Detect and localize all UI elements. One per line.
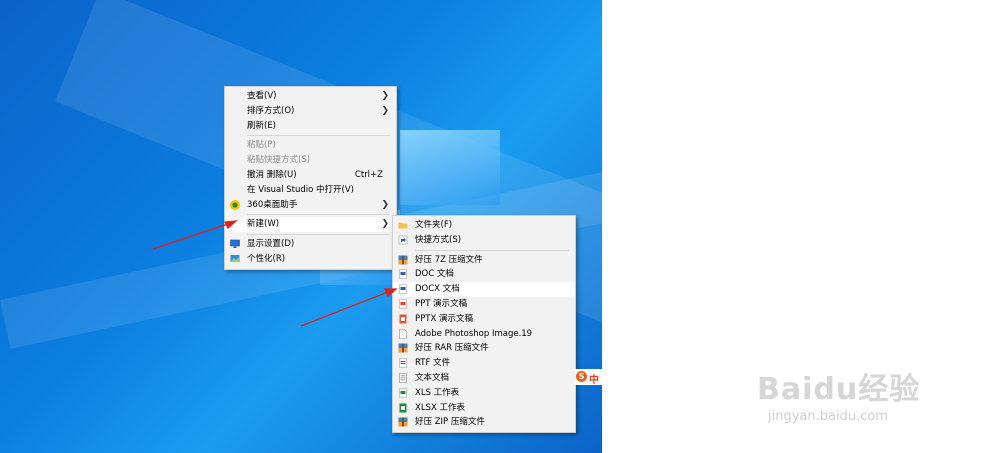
ppt-icon (398, 299, 408, 309)
menu-item-paste[interactable]: 粘贴(P) (225, 138, 396, 153)
submenu-item-ppt[interactable]: PPT 演示文稿 (393, 297, 575, 312)
personalize-icon (230, 254, 240, 264)
submenu-item-xlsx[interactable]: XLSX 工作表 (393, 401, 575, 416)
360-icon (230, 199, 240, 210)
windows-logo-pane (400, 130, 500, 205)
baidu-jingyan-watermark: Baidu经验 (757, 372, 921, 407)
menu-item-label: 在 Visual Studio 中打开(V) (247, 184, 355, 195)
menu-item-refresh[interactable]: 刷新(E) (225, 119, 396, 134)
menu-item-label: RTF 文件 (415, 358, 451, 369)
new-submenu: 文件夹(F) 快捷方式(S) 好压 7Z 压缩文件 DOC 文档 DOCX 文档… (392, 215, 576, 434)
menu-item-label: 粘贴(P) (247, 140, 276, 151)
docx-icon (398, 284, 408, 294)
shortcut-label: Ctrl+Z (354, 169, 383, 180)
menu-item-label: 显示设置(D) (247, 239, 295, 250)
display-settings-icon (230, 239, 240, 249)
menu-item-label: 文件夹(F) (415, 220, 453, 230)
haozip-icon (398, 255, 408, 265)
submenu-item-xls[interactable]: XLS 工作表 (393, 386, 575, 401)
menu-item-label: 排序方式(O) (247, 105, 295, 116)
menu-separator (247, 214, 390, 216)
menu-separator (247, 135, 390, 137)
blank-file-icon (398, 328, 408, 339)
desktop-context-menu: 查看(V) ❯ 排序方式(O) ❯ 刷新(E) 粘贴(P) 粘贴快捷方式(S) 撤消… (224, 86, 397, 270)
doc-icon (398, 269, 408, 280)
pptx-icon (398, 314, 408, 324)
haozip-icon (398, 343, 408, 353)
chevron-right-icon: ❯ (381, 199, 389, 210)
menu-item-360-desktop-assistant[interactable]: 360桌面助手 ❯ (225, 198, 396, 213)
submenu-item-shortcut[interactable]: 快捷方式(S) (393, 233, 575, 248)
rtf-icon (398, 358, 408, 368)
menu-item-label: XLS 工作表 (415, 387, 460, 398)
xls-icon (398, 387, 408, 398)
menu-item-view[interactable]: 查看(V) ❯ (225, 89, 396, 104)
menu-item-label: Adobe Photoshop Image.19 (415, 328, 533, 339)
chevron-right-icon: ❯ (381, 105, 389, 116)
menu-item-label: 好压 RAR 压缩文件 (415, 343, 489, 354)
menu-item-label: 文本文档 (415, 372, 450, 383)
menu-separator (247, 234, 390, 236)
menu-item-label: 新建(W) (247, 219, 280, 230)
menu-item-label: 粘贴快捷方式(S) (247, 155, 311, 166)
txt-icon (398, 373, 408, 383)
watermark-url: jingyan.baidu.com (768, 409, 888, 424)
menu-item-label: 个性化(R) (247, 253, 286, 264)
menu-item-label: 撤消 删除(U) (247, 169, 297, 180)
menu-item-new[interactable]: 新建(W) ❯ (225, 217, 396, 233)
menu-item-label: 刷新(E) (247, 120, 277, 131)
ime-mode-label: 中 (589, 375, 599, 386)
sogou-ime-indicator[interactable]: S 中 (575, 369, 602, 386)
submenu-item-haozip-7z[interactable]: 好压 7Z 压缩文件 (393, 253, 575, 268)
submenu-item-doc[interactable]: DOC 文档 (393, 267, 575, 282)
submenu-item-rtf[interactable]: RTF 文件 (393, 356, 575, 371)
menu-item-label: DOCX 文档 (415, 284, 460, 295)
submenu-item-haozip-zip[interactable]: 好压 ZIP 压缩文件 (393, 415, 575, 430)
menu-item-label: 360桌面助手 (247, 199, 298, 210)
haozip-icon (398, 417, 408, 427)
submenu-item-pptx[interactable]: PPTX 演示文稿 (393, 312, 575, 327)
submenu-item-text-document[interactable]: 文本文档 (393, 371, 575, 386)
menu-item-open-in-visual-studio[interactable]: 在 Visual Studio 中打开(V) (225, 183, 396, 198)
shortcut-icon (398, 235, 408, 245)
submenu-item-haozip-rar[interactable]: 好压 RAR 压缩文件 (393, 341, 575, 356)
menu-item-label: PPTX 演示文稿 (415, 313, 473, 324)
menu-item-label: 查看(V) (247, 91, 277, 101)
menu-item-label: 快捷方式(S) (415, 234, 462, 245)
chevron-right-icon: ❯ (381, 219, 389, 230)
menu-item-label: PPT 演示文稿 (415, 298, 468, 309)
menu-item-undo-delete[interactable]: 撤消 删除(U) Ctrl+Z (225, 168, 396, 183)
menu-item-label: 好压 7Z 压缩文件 (415, 254, 483, 265)
menu-item-display-settings[interactable]: 显示设置(D) (225, 237, 396, 252)
submenu-item-folder[interactable]: 文件夹(F) (393, 218, 575, 233)
submenu-item-photoshop-image[interactable]: Adobe Photoshop Image.19 (393, 327, 575, 342)
menu-item-sort-by[interactable]: 排序方式(O) ❯ (225, 104, 396, 119)
xlsx-icon (398, 403, 408, 413)
menu-item-paste-shortcut[interactable]: 粘贴快捷方式(S) (225, 153, 396, 168)
menu-item-label: XLSX 工作表 (415, 402, 465, 413)
menu-separator (415, 249, 569, 251)
chevron-right-icon: ❯ (381, 91, 389, 101)
folder-icon (398, 220, 408, 230)
menu-item-label: 好压 ZIP 压缩文件 (415, 417, 485, 428)
menu-item-label: DOC 文档 (415, 269, 454, 280)
submenu-item-docx[interactable]: DOCX 文档 (393, 282, 575, 297)
sogou-icon: S (576, 371, 587, 382)
menu-item-personalize[interactable]: 个性化(R) (225, 252, 396, 267)
